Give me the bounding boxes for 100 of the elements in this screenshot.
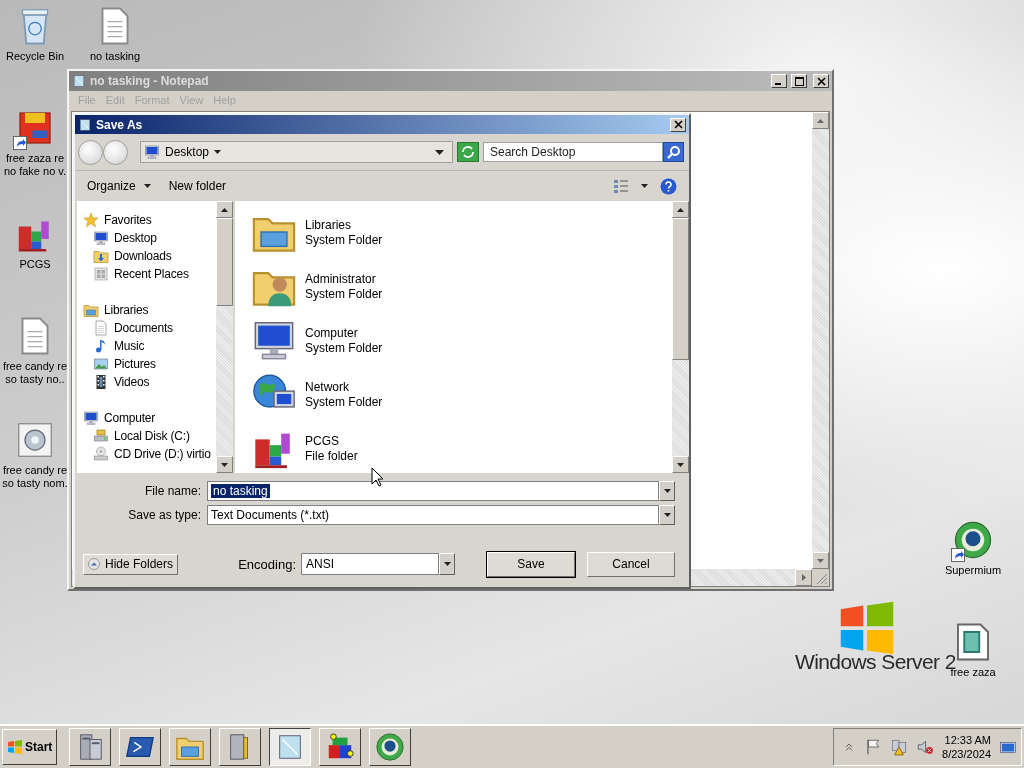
caret-icon[interactable] — [641, 184, 648, 188]
maximize-icon — [794, 76, 804, 86]
disk-drive-icon — [93, 428, 109, 444]
save-as-type-field[interactable]: Text Documents (*.txt) — [207, 505, 659, 525]
nav-item[interactable]: Pictures — [77, 355, 216, 373]
up-arrow-icon — [817, 118, 824, 123]
monitor-icon — [93, 230, 109, 246]
down-arrow-icon — [817, 558, 824, 563]
up-arrow-icon — [677, 207, 684, 212]
desktop-icon-label: PCGS — [19, 258, 51, 271]
caret-icon — [663, 489, 671, 493]
network-warning-icon[interactable] — [890, 738, 909, 756]
list-entry[interactable]: Computer System Folder — [251, 313, 672, 367]
hide-folders-button[interactable]: Hide Folders — [83, 553, 179, 575]
close-button[interactable] — [670, 117, 686, 132]
address-bar[interactable]: Desktop — [140, 141, 453, 163]
item-type: System Folder — [305, 394, 383, 409]
gear-icon[interactable] — [15, 420, 55, 460]
item-type: System Folder — [305, 340, 383, 355]
clock-time[interactable]: 12:33 AM — [944, 733, 991, 747]
desktop-icon-label: free candy re so tasty no.. — [2, 360, 68, 386]
nav-item[interactable]: Computer — [77, 409, 216, 427]
nav-item[interactable]: Local Disk (C:) — [77, 427, 216, 445]
nav-item[interactable]: Libraries — [77, 301, 216, 319]
monitor-icon — [83, 410, 99, 426]
dropdown-button[interactable] — [659, 505, 675, 525]
desktop-icon-label: no tasking — [89, 50, 141, 63]
document-icon — [93, 320, 109, 336]
item-type: System Folder — [305, 286, 383, 301]
nav-item[interactable]: Documents — [77, 319, 216, 337]
clock-date[interactable]: 8/23/2024 — [942, 747, 991, 761]
vertical-scrollbar[interactable] — [812, 112, 829, 569]
address-text[interactable]: Desktop — [165, 145, 210, 159]
encoding-dropdown[interactable]: ANSI — [301, 553, 439, 575]
file-name-field[interactable]: no tasking — [207, 481, 659, 501]
item-name: Computer — [305, 325, 359, 340]
cd-drive-icon — [93, 446, 109, 462]
list-entry[interactable]: Administrator System Folder — [251, 259, 672, 313]
search-button[interactable] — [663, 142, 684, 162]
down-arrow-icon — [221, 462, 228, 467]
vertical-scrollbar[interactable] — [672, 201, 689, 473]
refresh-icon — [461, 146, 475, 158]
download-folder-icon — [93, 248, 109, 264]
start-button[interactable]: Start — [2, 729, 58, 765]
picture-icon — [93, 356, 109, 372]
new-folder-button[interactable]: New folder — [162, 177, 233, 195]
nav-item[interactable]: Downloads — [77, 247, 216, 265]
item-name: Network — [305, 379, 350, 394]
recent-places-icon — [93, 266, 109, 282]
minimize-button[interactable] — [771, 74, 787, 88]
nav-item[interactable]: CD Drive (D:) virtio — [77, 445, 216, 463]
field-label: Encoding: — [238, 556, 296, 572]
vertical-scrollbar[interactable] — [216, 201, 233, 473]
caret-icon — [663, 513, 671, 517]
nav-item[interactable]: Desktop — [77, 229, 216, 247]
list-entry[interactable]: PCGS File folder — [251, 421, 672, 473]
library-folder-icon — [83, 302, 99, 318]
caret-icon[interactable] — [435, 149, 444, 155]
item-type: System Folder — [305, 232, 383, 247]
nav-item[interactable]: Music — [77, 337, 216, 355]
nav-item[interactable]: Recent Places — [77, 265, 216, 283]
item-name: Libraries — [305, 217, 353, 232]
nav-item[interactable]: Videos — [77, 373, 216, 391]
field-label: Save as type: — [127, 508, 202, 522]
item-name: PCGS — [305, 433, 340, 448]
right-arrow-icon — [801, 574, 806, 581]
list-entry[interactable]: Libraries System Folder — [251, 205, 672, 259]
search-field[interactable]: Search Desktop — [483, 142, 663, 162]
caret-icon[interactable] — [214, 150, 222, 154]
dropdown-button[interactable] — [439, 553, 455, 575]
browser-icon — [375, 732, 406, 762]
search-icon — [666, 145, 681, 159]
dialog-title: Save As — [96, 117, 143, 132]
close-icon — [673, 120, 683, 129]
dropdown-button[interactable] — [659, 481, 675, 501]
star-icon — [83, 212, 99, 228]
maximize-button[interactable] — [791, 74, 807, 88]
list-entry[interactable]: Network System Folder — [251, 367, 672, 421]
nav-item[interactable]: Favorites — [77, 211, 216, 229]
organize-button[interactable]: Organize — [81, 177, 157, 195]
resize-grip-icon[interactable] — [812, 569, 829, 586]
desktop-icon-label: free zaza re no fake no v. — [3, 152, 67, 178]
speaker-muted-icon[interactable] — [916, 738, 935, 756]
caret-icon — [143, 184, 151, 188]
dialog-button[interactable]: Cancel — [587, 551, 675, 577]
monitor-icon — [144, 144, 160, 160]
item-type: File folder — [305, 448, 358, 463]
field-label: File name: — [143, 484, 202, 498]
close-button[interactable] — [813, 74, 829, 88]
browser-icon[interactable] — [953, 520, 993, 560]
item-name: Administrator — [305, 271, 377, 286]
help-icon[interactable] — [660, 177, 677, 195]
window-title: no tasking - Notepad — [90, 74, 209, 88]
caret-icon — [443, 562, 451, 566]
windows-flag-icon — [7, 739, 23, 755]
desktop-icon-label: Recycle Bin — [5, 50, 65, 63]
refresh-button[interactable] — [457, 142, 479, 162]
dialog-button[interactable]: Save — [487, 551, 575, 577]
taskbar-app-button[interactable] — [269, 728, 312, 766]
close-icon — [816, 76, 826, 86]
